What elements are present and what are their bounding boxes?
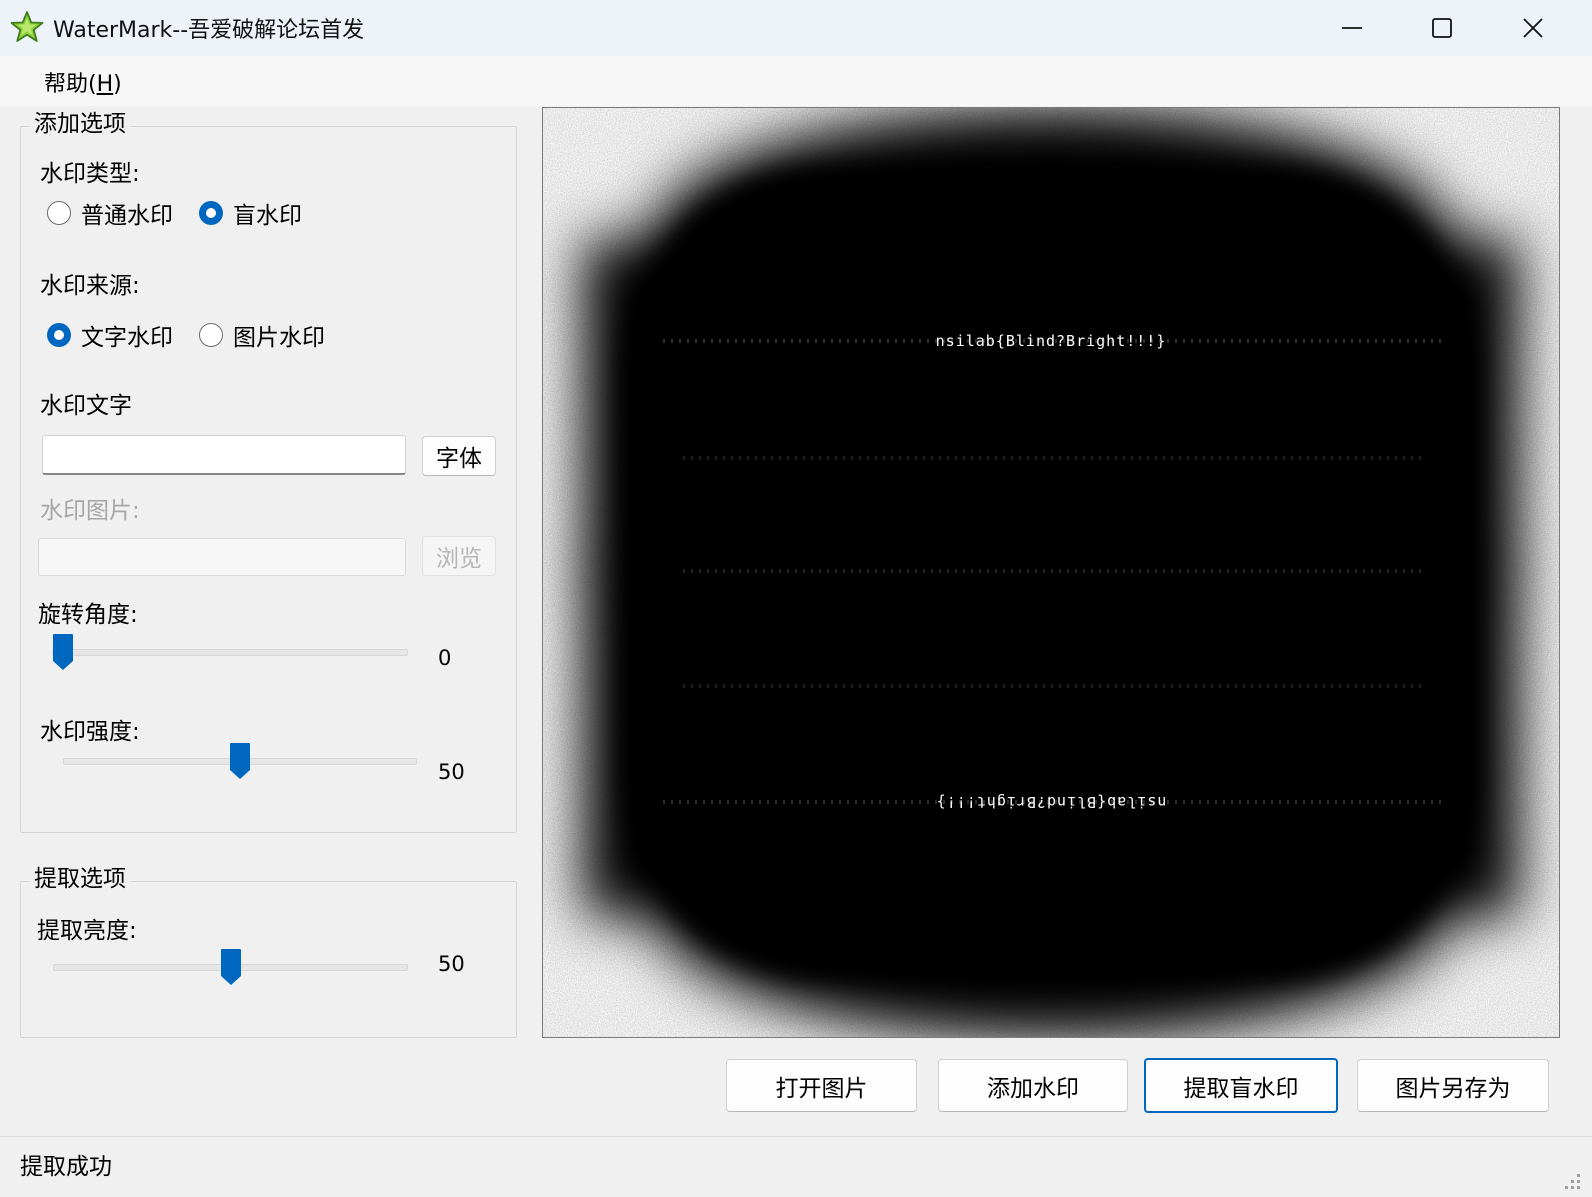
status-text: 提取成功 xyxy=(20,1154,112,1180)
radio-normal-watermark[interactable]: 普通水印 xyxy=(47,198,173,229)
close-button[interactable] xyxy=(1487,0,1579,56)
menu-help-close: ) xyxy=(113,72,122,97)
fft-spectrum-image: nsilab{Blind?Bright!!!} nsilab{Blind?Bri… xyxy=(543,108,1559,1037)
watermark-text-mirrored: nsilab{Blind?Bright!!!} xyxy=(936,793,1167,811)
watermark-strength-slider[interactable] xyxy=(63,741,417,781)
close-icon xyxy=(1523,18,1543,38)
minimize-button[interactable] xyxy=(1306,0,1398,56)
radio-image-watermark-label: 图片水印 xyxy=(233,325,325,351)
star-icon xyxy=(10,11,44,42)
menu-help[interactable]: 帮助(H) xyxy=(44,66,122,98)
open-image-button[interactable]: 打开图片 xyxy=(726,1059,917,1112)
rotation-angle-track xyxy=(52,649,408,656)
menu-help-accelerator: H xyxy=(96,72,114,97)
extract-options-title: 提取选项 xyxy=(30,865,130,893)
add-options-title: 添加选项 xyxy=(30,110,130,138)
maximize-icon xyxy=(1432,18,1452,38)
radio-blind-watermark-label: 盲水印 xyxy=(233,203,302,229)
rotation-angle-value: 0 xyxy=(438,646,452,670)
radio-blind-watermark[interactable]: 盲水印 xyxy=(199,198,302,229)
watermark-image-path-input[interactable] xyxy=(38,538,406,576)
watermark-source-label: 水印来源: xyxy=(40,273,140,299)
watermark-type-label: 水印类型: xyxy=(40,161,140,187)
watermark-image-label: 水印图片: xyxy=(40,498,140,524)
watermark-text-input[interactable] xyxy=(42,435,406,475)
rotation-angle-label: 旋转角度: xyxy=(38,602,138,628)
rotation-angle-thumb[interactable] xyxy=(52,633,74,671)
extract-brightness-slider[interactable] xyxy=(53,947,408,987)
radio-text-watermark[interactable]: 文字水印 xyxy=(47,320,173,351)
watermark-strength-thumb[interactable] xyxy=(229,742,251,780)
browse-button[interactable]: 浏览 xyxy=(422,536,496,576)
radio-image-watermark-indicator xyxy=(199,323,223,347)
radio-blind-watermark-indicator xyxy=(199,201,223,225)
resize-grip-icon[interactable] xyxy=(1560,1169,1582,1191)
extract-brightness-label: 提取亮度: xyxy=(37,918,137,944)
maximize-button[interactable] xyxy=(1396,0,1488,56)
radio-normal-watermark-label: 普通水印 xyxy=(81,203,173,229)
watermark-text-upright: nsilab{Blind?Bright!!!} xyxy=(936,332,1167,350)
radio-text-watermark-label: 文字水印 xyxy=(81,325,173,351)
radio-text-watermark-indicator xyxy=(47,323,71,347)
image-preview: nsilab{Blind?Bright!!!} nsilab{Blind?Bri… xyxy=(542,107,1560,1038)
status-bar: 提取成功 xyxy=(0,1136,1592,1197)
radio-image-watermark[interactable]: 图片水印 xyxy=(199,320,325,351)
extract-blind-watermark-button[interactable]: 提取盲水印 xyxy=(1144,1058,1338,1113)
extract-brightness-thumb[interactable] xyxy=(220,948,242,986)
title-bar: WaterMark--吾爱破解论坛首发 xyxy=(0,0,1592,56)
rotation-angle-slider[interactable] xyxy=(52,632,408,672)
radio-normal-watermark-indicator xyxy=(47,201,71,225)
add-watermark-button[interactable]: 添加水印 xyxy=(938,1059,1128,1112)
menu-help-label: 帮助( xyxy=(44,72,97,97)
window-title: WaterMark--吾爱破解论坛首发 xyxy=(53,18,365,43)
menu-bar: 帮助(H) xyxy=(0,56,1592,106)
font-button[interactable]: 字体 xyxy=(422,436,496,476)
watermark-strength-value: 50 xyxy=(438,760,465,784)
minimize-icon xyxy=(1342,27,1362,29)
extract-brightness-value: 50 xyxy=(438,952,465,976)
save-image-as-button[interactable]: 图片另存为 xyxy=(1357,1059,1549,1112)
watermark-text-label: 水印文字 xyxy=(40,393,132,419)
